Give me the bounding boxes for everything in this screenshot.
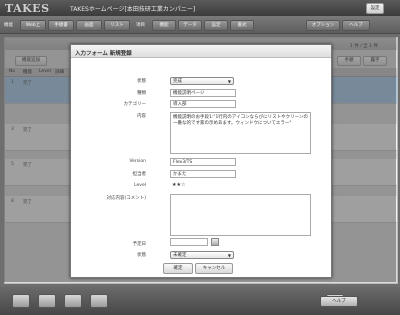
author-input[interactable]: かまた [170,170,236,178]
toolbar-button-data[interactable]: データ [178,20,202,31]
folder-icon[interactable] [38,294,56,308]
author-label: 担当者 [132,172,147,177]
bottom-bar: ヘルプ [0,287,400,315]
status-select-value: 完成 [173,79,182,84]
due-date-input[interactable] [170,238,208,246]
cancel-button[interactable]: キャンセル [195,263,233,274]
chevron-down-icon: ▼ [227,79,231,84]
category-label: カテゴリー [123,102,147,107]
state-select-value: 未確定 [173,253,187,258]
comment-textarea[interactable] [170,194,311,236]
version-label: Version [129,159,146,164]
content-textarea[interactable]: 機能説明のお手段1:"1行内のアイコンならびにリストやクリーンの一番な的です家の… [170,112,311,154]
calendar-icon[interactable] [211,238,219,246]
toolbar-group-label: 機能 [4,23,13,28]
app-logo: TAKES [5,2,50,15]
option-button[interactable]: オプション [306,20,340,31]
content-label: 内容 [137,114,146,119]
state-label: 状態 [137,253,146,258]
level-stars[interactable]: ★★☆ [172,182,185,188]
toolbar-button-screen[interactable]: 画面 [76,20,102,31]
chevron-down-icon: ▼ [227,253,231,258]
folder-icon[interactable] [64,294,82,308]
title-bar: TAKES TAKESホームページ[本田技研工業カンパニー] 設定 [0,0,400,16]
toolbar-button-list[interactable]: リスト [104,20,130,31]
comment-label: 対応内容(コメント) [106,196,146,201]
app-title: TAKESホームページ[本田技研工業カンパニー] [70,6,196,13]
state-select[interactable]: 未確定 ▼ [170,251,234,259]
settings-button[interactable]: 設定 [366,3,384,14]
toolbar-button-web[interactable]: Web上 [20,20,46,31]
confirm-button[interactable]: 確定 [163,263,193,274]
kind-label: 種類 [137,91,146,96]
toolbar-button-function[interactable]: 機能 [152,20,176,31]
level-label: Level [134,183,146,188]
kind-input[interactable]: 機能説明ページ [170,89,236,97]
toolbar-button-format[interactable]: 書式 [230,20,254,31]
folder-icon[interactable] [90,294,108,308]
help-toolbar-button[interactable]: ヘルプ [342,20,370,31]
toolbar-group-label: 項目 [136,23,145,28]
toolbar-button-manual[interactable]: 手順書 [48,20,74,31]
toolbar-button-settings[interactable]: 設定 [204,20,228,31]
status-select[interactable]: 完成 ▼ [170,77,234,85]
category-input[interactable]: 導入部 [170,100,236,108]
folder-icon[interactable] [12,294,30,308]
due-date-label: 予定日 [132,242,147,247]
status-label: 状態 [137,79,146,84]
help-button[interactable]: ヘルプ [320,296,358,307]
input-form-dialog: 入力フォーム 新規登録 状態 完成 ▼ 種類 機能説明ページ カテゴリー 導入部… [70,44,332,278]
version-input[interactable]: Flex3/TS [170,158,236,166]
dialog-title: 入力フォーム 新規登録 [75,51,132,57]
toolbar: 機能 Web上 手順書 画面 リスト 項目 機能 データ 設定 書式 オプション… [0,16,400,34]
